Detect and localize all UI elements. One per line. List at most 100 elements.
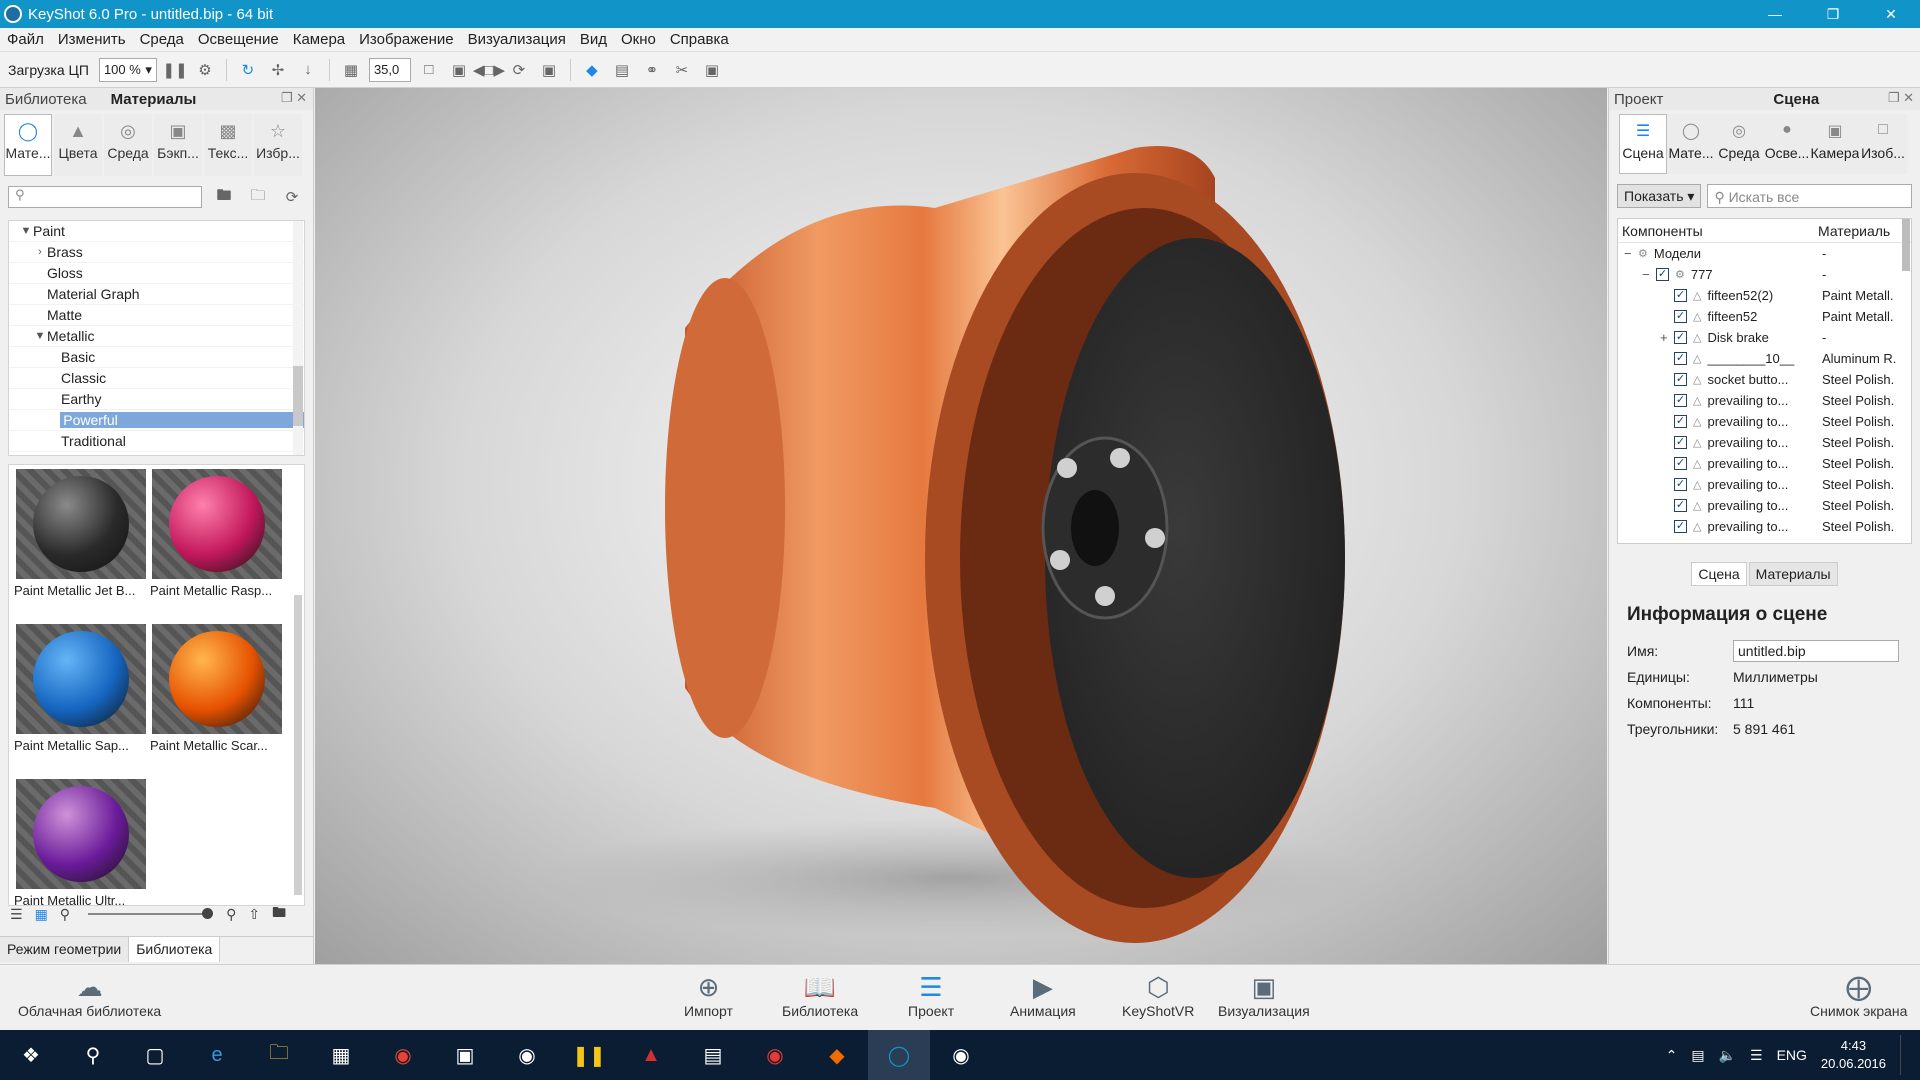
visibility-checkbox[interactable]: ✓ (1674, 457, 1687, 470)
tree-item[interactable]: Powerful (9, 410, 304, 431)
table-row[interactable]: + ✓ △ Disk brake - (1618, 327, 1911, 348)
tree-item[interactable]: ▼ Metallic (9, 326, 304, 347)
table-row[interactable]: ✓ △ fifteen52(2) Paint Metall. (1618, 285, 1911, 306)
project-button[interactable]: ☰ Проект (908, 971, 954, 1020)
folder-add-icon[interactable]: 🖿 (212, 185, 236, 209)
autocad-icon[interactable]: ▲ (620, 1030, 682, 1080)
search-icon[interactable]: ⚲ (62, 1030, 124, 1080)
store-icon[interactable]: ▦ (310, 1030, 372, 1080)
visibility-checkbox[interactable]: ✓ (1674, 289, 1687, 302)
scrollbar-thumb[interactable] (293, 366, 303, 426)
lock-camera-icon[interactable]: ▣ (537, 58, 561, 82)
tab-camera[interactable]: ▣ Камера (1811, 114, 1859, 174)
grid-view-icon[interactable]: ▦ (35, 906, 48, 923)
table-row[interactable]: ✓ △ prevailing to... Steel Polish. (1618, 411, 1911, 432)
menu-view[interactable]: Вид (573, 31, 614, 48)
import-button[interactable]: ⊕ Импорт (684, 971, 733, 1020)
visibility-checkbox[interactable]: ✓ (1674, 331, 1687, 344)
material-thumbnail[interactable]: Paint Metallic Sap... (13, 624, 149, 779)
clock[interactable]: 4:43 20.06.2016 (1821, 1037, 1886, 1073)
app-icon[interactable]: ◉ (496, 1030, 558, 1080)
menu-lighting[interactable]: Освещение (191, 31, 286, 48)
visibility-checkbox[interactable]: ✓ (1674, 310, 1687, 323)
tree-item[interactable]: Traditional (9, 431, 304, 452)
expand-arrow-icon[interactable]: › (33, 246, 47, 258)
dolly-icon[interactable]: ↓ (296, 58, 320, 82)
minimize-button[interactable]: — (1746, 0, 1804, 28)
region-render-icon[interactable]: □ (417, 58, 441, 82)
folder-icon[interactable]: 🖿 (272, 902, 286, 926)
cpu-usage-select[interactable]: 100 % ▾ (98, 57, 157, 82)
language-indicator[interactable]: ENG (1777, 1047, 1807, 1063)
tab-geometry-mode[interactable]: Режим геометрии (0, 937, 130, 962)
visibility-checkbox[interactable]: ✓ (1674, 499, 1687, 512)
menu-window[interactable]: Окно (614, 31, 663, 48)
tab-scene[interactable]: ☰ Сцена (1619, 114, 1667, 174)
material-thumbnail[interactable]: Paint Metallic Scar... (149, 624, 285, 779)
tab-material[interactable]: ◯ Мате... (1667, 114, 1715, 174)
keyshotvr-button[interactable]: ⬡ KeyShotVR (1122, 971, 1194, 1020)
tree-scrollbar[interactable] (293, 221, 303, 455)
tab-favorites[interactable]: ☆ Избр... (254, 114, 302, 176)
app-icon[interactable]: ▤ (682, 1030, 744, 1080)
table-row[interactable]: ✓ △ prevailing to... Steel Polish. (1618, 474, 1911, 495)
table-row[interactable]: ✓ △ fifteen52 Paint Metall. (1618, 306, 1911, 327)
solidworks-icon[interactable]: ◉ (744, 1030, 806, 1080)
tree-item[interactable]: Earthy (9, 389, 304, 410)
screenshot-button[interactable]: ⨁ Снимок экрана (1810, 971, 1907, 1020)
expand-arrow-icon[interactable]: ▼ (33, 330, 47, 342)
tab-environments[interactable]: ◎ Среда (104, 114, 152, 176)
tab-backplates[interactable]: ▣ Бэкп... (154, 114, 202, 176)
expand-toggle-icon[interactable]: − (1624, 246, 1638, 261)
zoom-out-icon[interactable]: ⚲ (60, 906, 70, 923)
pan-icon[interactable]: ✢ (266, 58, 290, 82)
tab-project[interactable]: Проект (1614, 91, 1663, 108)
menu-edit[interactable]: Изменить (51, 31, 133, 48)
field-of-view-input[interactable]: 35,0 (368, 57, 411, 82)
thumbnails-scrollbar[interactable] (294, 595, 302, 895)
tab-image[interactable]: □ Изоб... (1859, 114, 1907, 174)
windows-start-icon[interactable]: ❖ (0, 1030, 62, 1080)
tab-environment[interactable]: ◎ Среда (1715, 114, 1763, 174)
material-thumbnail[interactable]: Paint Metallic Jet B... (13, 469, 149, 624)
shield-icon[interactable]: ◆ (580, 58, 604, 82)
tree-item[interactable]: Material Graph (9, 284, 304, 305)
paint-app-icon[interactable]: ◉ (930, 1030, 992, 1080)
tab-library-mode[interactable]: Библиотека (129, 937, 221, 962)
tree-item[interactable]: Basic (9, 347, 304, 368)
col-components[interactable]: Компоненты (1618, 223, 1818, 239)
tab-scene-info[interactable]: Сцена (1691, 562, 1747, 586)
cloud-library-button[interactable]: ☁ Облачная библиотека (18, 971, 161, 1020)
table-row[interactable]: − ✓ ⚙ 777 - (1618, 264, 1911, 285)
menu-render[interactable]: Визуализация (461, 31, 573, 48)
app-icon[interactable]: ◆ (806, 1030, 868, 1080)
keyshot-taskbar-icon[interactable]: ◯ (868, 1030, 930, 1080)
tree-item[interactable]: ▼ Paint (9, 221, 304, 242)
notification-icon[interactable]: ☰ (1750, 1047, 1763, 1064)
library-app-icon[interactable]: ❚❚ (558, 1030, 620, 1080)
tree-item[interactable]: Gloss (9, 263, 304, 284)
folder-import-icon[interactable]: 🗀 (246, 185, 270, 209)
upload-icon[interactable]: ⇧ (248, 906, 260, 923)
screenshot-region-icon[interactable]: ▣ (447, 58, 471, 82)
close-button[interactable]: ✕ (1862, 0, 1920, 28)
tab-colors[interactable]: ▲ Цвета (54, 114, 102, 176)
task-view-icon[interactable]: ▢ (124, 1030, 186, 1080)
tab-scene-title[interactable]: Сцена (1773, 91, 1819, 108)
image-icon[interactable]: ▣ (700, 58, 724, 82)
show-dropdown[interactable]: Показать ▾ (1617, 184, 1702, 208)
volume-icon[interactable]: 🔈 (1719, 1047, 1736, 1064)
components-scrollbar[interactable] (1902, 219, 1910, 271)
visibility-checkbox[interactable]: ✓ (1656, 268, 1669, 281)
chrome-icon[interactable]: ◉ (372, 1030, 434, 1080)
visibility-checkbox[interactable]: ✓ (1674, 520, 1687, 533)
pause-icon[interactable]: ❚❚ (162, 58, 187, 82)
visibility-checkbox[interactable]: ✓ (1674, 436, 1687, 449)
render-button[interactable]: ▣ Визуализация (1218, 971, 1310, 1020)
refresh-icon[interactable]: ⟳ (280, 185, 304, 209)
restore-button[interactable]: ❐ (1804, 0, 1862, 28)
table-row[interactable]: ✓ △ prevailing to... Steel Polish. (1618, 453, 1911, 474)
tab-lighting[interactable]: ● Осве... (1763, 114, 1811, 174)
edge-browser-icon[interactable]: e (186, 1030, 248, 1080)
expand-arrow-icon[interactable]: ▼ (19, 225, 33, 237)
